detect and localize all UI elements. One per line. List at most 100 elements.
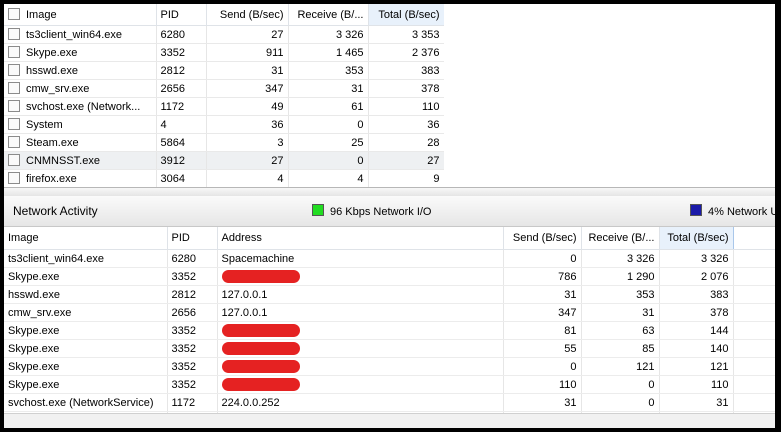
send-cell: 31 [206,61,289,80]
table-row[interactable]: Skype.exe 3352 110 0 110 [4,375,775,394]
filler-cell [733,339,775,358]
address-cell [217,375,504,394]
redaction-mark [221,359,300,373]
address-cell [217,339,504,358]
table-row[interactable]: svchost.exe (Network... 1172 49 61 110 [4,97,444,116]
receive-cell: 353 [581,285,660,304]
column-header-receive[interactable]: Receive (B/... [581,227,660,250]
send-cell: 786 [503,267,582,286]
redaction-mark [221,377,300,391]
table-row[interactable]: cmw_srv.exe 2656 347 31 378 [4,79,444,98]
image-cell: svchost.exe (Network... [4,97,157,116]
image-cell: Skype.exe [4,43,157,62]
column-header-send[interactable]: Send (B/sec) [206,4,289,26]
total-cell: 378 [659,303,734,322]
table-row[interactable]: ts3client_win64.exe 6280 27 3 326 3 353 [4,25,444,44]
table-row[interactable]: System 4 36 0 36 [4,115,444,134]
select-all-checkbox[interactable] [8,8,20,20]
column-header-image[interactable]: Image [4,227,168,250]
send-cell: 0 [503,249,582,268]
table-row[interactable]: ts3client_win64.exe 6280 Spacemachine 0 3 32… [4,249,775,268]
image-cell: System [4,115,157,134]
image-name: ts3client_win64.exe [26,29,123,41]
receive-cell: 1 290 [581,267,660,286]
pid-cell: 4 [156,115,207,134]
pid-cell: 3352 [167,357,218,376]
table-row[interactable]: cmw_srv.exe 2656 127.0.0.1 347 31 378 [4,303,775,322]
table-row[interactable]: Skype.exe 3352 55 85 140 [4,339,775,358]
address-cell: Spacemachine [217,249,504,268]
receive-cell: 31 [288,79,369,98]
image-cell: CNMNSST.exe [4,151,157,170]
image-name: hsswd.exe [26,65,78,77]
column-header-receive[interactable]: Receive (B/... [288,4,369,26]
table-row[interactable]: svchost.exe (NetworkService) 1172 224.0.0.… [4,393,775,412]
column-header-filler [733,227,775,250]
receive-cell: 85 [581,339,660,358]
network-activity-table: Image PID Address Send (B/sec) Receive (… [4,227,775,413]
pid-cell: 3352 [167,321,218,340]
total-cell: 110 [659,375,734,394]
image-cell: ts3client_win64.exe [4,249,168,268]
image-cell: Skype.exe [4,339,168,358]
row-checkbox[interactable] [8,136,20,148]
receive-cell: 25 [288,133,369,152]
send-cell: 31 [503,285,582,304]
column-header-image[interactable]: Image [4,4,157,26]
image-cell: Skype.exe [4,321,168,340]
table-row[interactable]: hsswd.exe 2812 127.0.0.1 31 353 383 [4,285,775,304]
receive-cell: 1 465 [288,43,369,62]
image-cell: Skype.exe [4,357,168,376]
row-checkbox[interactable] [8,100,20,112]
address-cell: 224.0.0.252 [217,393,504,412]
filler-cell [733,321,775,340]
send-cell: 31 [503,393,582,412]
table-row[interactable]: firefox.exe 3064 4 4 9 [4,169,444,187]
image-cell: hsswd.exe [4,285,168,304]
total-cell: 110 [368,97,444,116]
table-row[interactable]: Steam.exe 5864 3 25 28 [4,133,444,152]
resource-monitor-network: Image PID Send (B/sec) Receive (B/... To… [4,4,775,428]
column-header-address[interactable]: Address [217,227,504,250]
column-header-total[interactable]: Total (B/sec) [658,227,734,250]
image-cell: firefox.exe [4,169,157,187]
horizontal-scrollbar[interactable] [4,413,775,428]
filler-cell [733,267,775,286]
column-header-pid[interactable]: PID [167,227,218,250]
pid-cell: 3352 [167,267,218,286]
pid-cell: 6280 [156,25,207,44]
image-name: Steam.exe [26,137,79,149]
total-cell: 9 [368,169,444,187]
total-cell: 27 [368,151,444,170]
table-row[interactable]: CNMNSST.exe 3912 27 0 27 [4,151,444,170]
total-cell: 3 326 [659,249,734,268]
row-checkbox[interactable] [8,82,20,94]
row-checkbox[interactable] [8,64,20,76]
total-cell: 3 353 [368,25,444,44]
address-cell [217,357,504,376]
row-checkbox[interactable] [8,172,20,184]
table-row[interactable]: Skype.exe 3352 786 1 290 2 076 [4,267,775,286]
network-activity-header[interactable]: Network Activity 96 Kbps Network I/O 4% … [4,196,775,227]
total-cell: 140 [659,339,734,358]
table-row[interactable]: Skype.exe 3352 81 63 144 [4,321,775,340]
table-row[interactable]: Skype.exe 3352 0 121 121 [4,357,775,376]
column-header-label: Image [26,9,57,21]
pid-cell: 3352 [167,339,218,358]
send-cell: 347 [206,79,289,98]
row-checkbox[interactable] [8,28,20,40]
image-cell: hsswd.exe [4,61,157,80]
send-cell: 347 [503,303,582,322]
column-header-total[interactable]: Total (B/sec) [367,4,444,26]
empty-area [444,4,775,187]
redaction-mark [221,323,300,337]
image-cell: ts3client_win64.exe [4,25,157,44]
table-row[interactable]: Skype.exe 3352 911 1 465 2 376 [4,43,444,62]
table-row[interactable]: hsswd.exe 2812 31 353 383 [4,61,444,80]
row-checkbox[interactable] [8,154,20,166]
column-header-send[interactable]: Send (B/sec) [503,227,582,250]
column-header-pid[interactable]: PID [156,4,207,26]
row-checkbox[interactable] [8,46,20,58]
send-cell: 81 [503,321,582,340]
row-checkbox[interactable] [8,118,20,130]
